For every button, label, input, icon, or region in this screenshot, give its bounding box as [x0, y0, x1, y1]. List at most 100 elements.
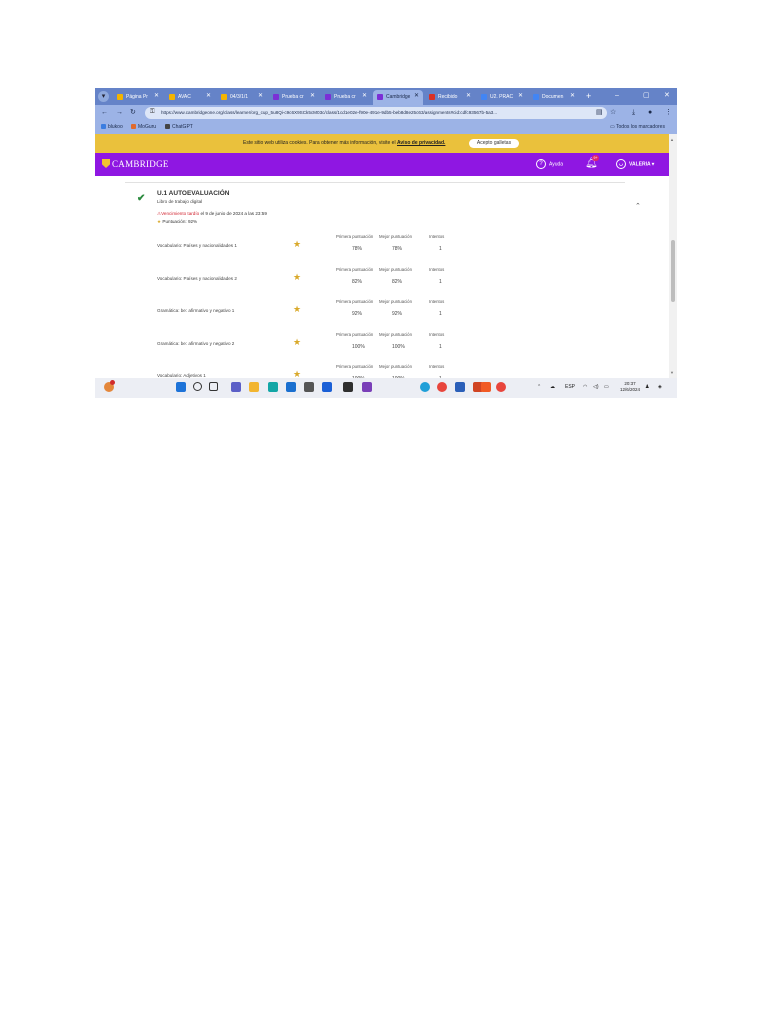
close-window-button[interactable]: ✕ [664, 91, 670, 101]
help-button[interactable]: ? Ayuda [536, 159, 563, 169]
notifications-button[interactable]: 🔔︎ 9+ [585, 155, 599, 170]
windows-icon[interactable] [176, 382, 186, 392]
unit-score: ★ Puntuación: 92% [157, 219, 198, 224]
privacy-notice-link[interactable]: Aviso de privacidad. [397, 140, 445, 146]
settings-icon[interactable] [304, 382, 314, 392]
page-scrollbar[interactable]: ▲ ▼ [669, 134, 677, 378]
tab-favicon-icon [221, 94, 227, 100]
site-info-icon[interactable]: ⚿ [150, 109, 155, 116]
back-icon[interactable]: ← [101, 108, 108, 118]
site-header: CAMBRIDGE ? Ayuda 🔔︎ 9+ ◡ VALERIA ▾ [95, 153, 669, 176]
translate-icon[interactable]: ▤ [596, 108, 603, 118]
file-explorer-icon[interactable] [249, 382, 259, 392]
search-icon[interactable] [193, 382, 202, 391]
browser-tab[interactable]: Recibido ✕ [425, 90, 475, 105]
cloud-icon[interactable]: ☁ [550, 383, 555, 391]
first-score-header: Primera puntuación [336, 234, 374, 239]
sticky-notes-icon[interactable] [343, 382, 353, 392]
new-tab-button[interactable]: + [586, 91, 591, 101]
store-icon[interactable] [268, 382, 278, 392]
attempts-value: 1 [439, 278, 442, 285]
minimize-button[interactable]: – [615, 91, 619, 101]
volume-icon[interactable]: ◁) [593, 383, 599, 391]
mail-icon[interactable] [286, 382, 296, 392]
tab-close-icon[interactable]: ✕ [258, 93, 263, 100]
dropbox-icon[interactable] [322, 382, 332, 392]
tab-close-icon[interactable]: ✕ [154, 93, 159, 100]
menu-icon[interactable]: ⋮ [665, 108, 672, 118]
copilot-icon[interactable]: ◈ [658, 383, 662, 391]
attempts-header: Intentos [429, 266, 445, 272]
chrome-profile-icon[interactable] [496, 382, 506, 392]
browser-tab[interactable]: AVAC ✕ [165, 90, 215, 105]
chrome-icon[interactable] [437, 382, 447, 392]
chevron-up-icon[interactable]: ⌃ [635, 203, 641, 211]
scroll-down-icon[interactable]: ▼ [670, 370, 674, 375]
tab-label: Prueba cr [282, 94, 304, 100]
maximize-button[interactable]: ▢ [643, 91, 650, 101]
tab-close-icon[interactable]: ✕ [206, 93, 211, 100]
accept-cookies-button[interactable]: Acepto galletas [469, 139, 519, 148]
chevron-up-tray-icon[interactable]: ⌃ [537, 383, 541, 391]
tab-close-icon[interactable]: ✕ [466, 93, 471, 100]
edge-icon[interactable] [420, 382, 430, 392]
chat-icon[interactable] [231, 382, 241, 392]
tab-favicon-icon [429, 94, 435, 100]
first-score-value: 78% [352, 246, 363, 252]
user-menu[interactable]: ◡ VALERIA ▾ [616, 159, 654, 169]
activity-row[interactable]: Gramática: be: afirmativo y negativo 2 ★ P… [95, 326, 669, 358]
first-score-header: Primera puntuación [336, 266, 374, 272]
browser-tab[interactable]: Cambridge ✕ [373, 90, 423, 105]
word-icon[interactable] [455, 382, 465, 392]
tab-strip: ▾ Página Pr ✕ AVAC ✕ 04/3/1/1 ✕ Prueba cr ✕ Prue… [95, 88, 677, 105]
browser-tab[interactable]: 04/3/1/1 ✕ [217, 90, 267, 105]
activity-row[interactable]: Vocabulario: Adjetivos 1 ★ Primera puntuac… [95, 358, 669, 378]
tab-close-icon[interactable]: ✕ [570, 93, 575, 100]
activity-row[interactable]: Vocabulario: Países y nacionalidades 2 ★ P… [95, 261, 669, 293]
url-bar[interactable]: ⚿ https://www.cambridgeone.org/class/lea… [145, 107, 607, 119]
all-bookmarks[interactable]: ▭ Todos los marcadores [610, 124, 665, 131]
scroll-thumb[interactable] [671, 240, 675, 302]
notification-center-icon[interactable]: ♟ [645, 383, 649, 391]
tab-close-icon[interactable]: ✕ [414, 93, 419, 100]
browser-tab[interactable]: Documen ✕ [529, 90, 579, 105]
wifi-icon[interactable]: ◠ [583, 383, 587, 391]
tab-close-icon[interactable]: ✕ [310, 93, 315, 100]
bookmark-star-icon[interactable]: ☆ [610, 108, 616, 118]
first-score-header: Primera puntuación [336, 331, 374, 337]
activity-row[interactable]: Gramática: be: afirmativo y negativo 1 ★ P… [95, 293, 669, 325]
tab-favicon-icon [169, 94, 175, 100]
tab-favicon-icon [377, 94, 383, 100]
clock[interactable]: 20:37 12/6/2024 [620, 381, 640, 393]
scroll-up-icon[interactable]: ▲ [670, 137, 674, 142]
reload-icon[interactable]: ↻ [130, 108, 136, 118]
browser-tab[interactable]: Prueba cr ✕ [269, 90, 319, 105]
onenote-icon[interactable] [362, 382, 372, 392]
star-icon: ★ [293, 239, 302, 249]
battery-icon[interactable]: ▭ [604, 383, 609, 391]
brave-icon[interactable] [481, 382, 491, 392]
tab-close-icon[interactable]: ✕ [362, 93, 367, 100]
cambridge-logo[interactable]: CAMBRIDGE [102, 159, 169, 170]
browser-tab[interactable]: Prueba cr ✕ [321, 90, 371, 105]
task-view-icon[interactable] [209, 382, 218, 391]
tab-search-icon[interactable]: ▾ [98, 91, 109, 102]
bookmark-chatgpt[interactable]: ChatGPT [165, 124, 193, 131]
browser-tab[interactable]: U2. PRÁC ✕ [477, 90, 527, 105]
browser-tab[interactable]: Página Pr ✕ [113, 90, 163, 105]
clock-date: 12/6/2024 [620, 387, 641, 392]
language-indicator[interactable]: ESP [565, 383, 575, 391]
bookmark-blukoo[interactable]: blukoo [101, 124, 123, 131]
tab-close-icon[interactable]: ✕ [518, 93, 523, 100]
download-icon[interactable]: ⤓ [632, 108, 635, 118]
url-text: https://www.cambridgeone.org/class/learn… [161, 110, 498, 115]
tab-label: Página Pr [126, 94, 148, 100]
star-icon: ★ [157, 219, 162, 224]
bookmark-moguru[interactable]: MoGuru [131, 124, 156, 131]
weather-widget-icon[interactable] [104, 380, 115, 392]
bookmarks-bar: blukoo MoGuru ChatGPT ▭ Todos los marcad… [95, 121, 677, 134]
profile-icon[interactable]: ● [648, 108, 652, 118]
activity-row[interactable]: Vocabulario: Países y nacionalidades 1 ★ P… [95, 228, 669, 260]
forward-icon[interactable]: → [116, 108, 123, 118]
attempts-value: 1 [439, 343, 442, 350]
